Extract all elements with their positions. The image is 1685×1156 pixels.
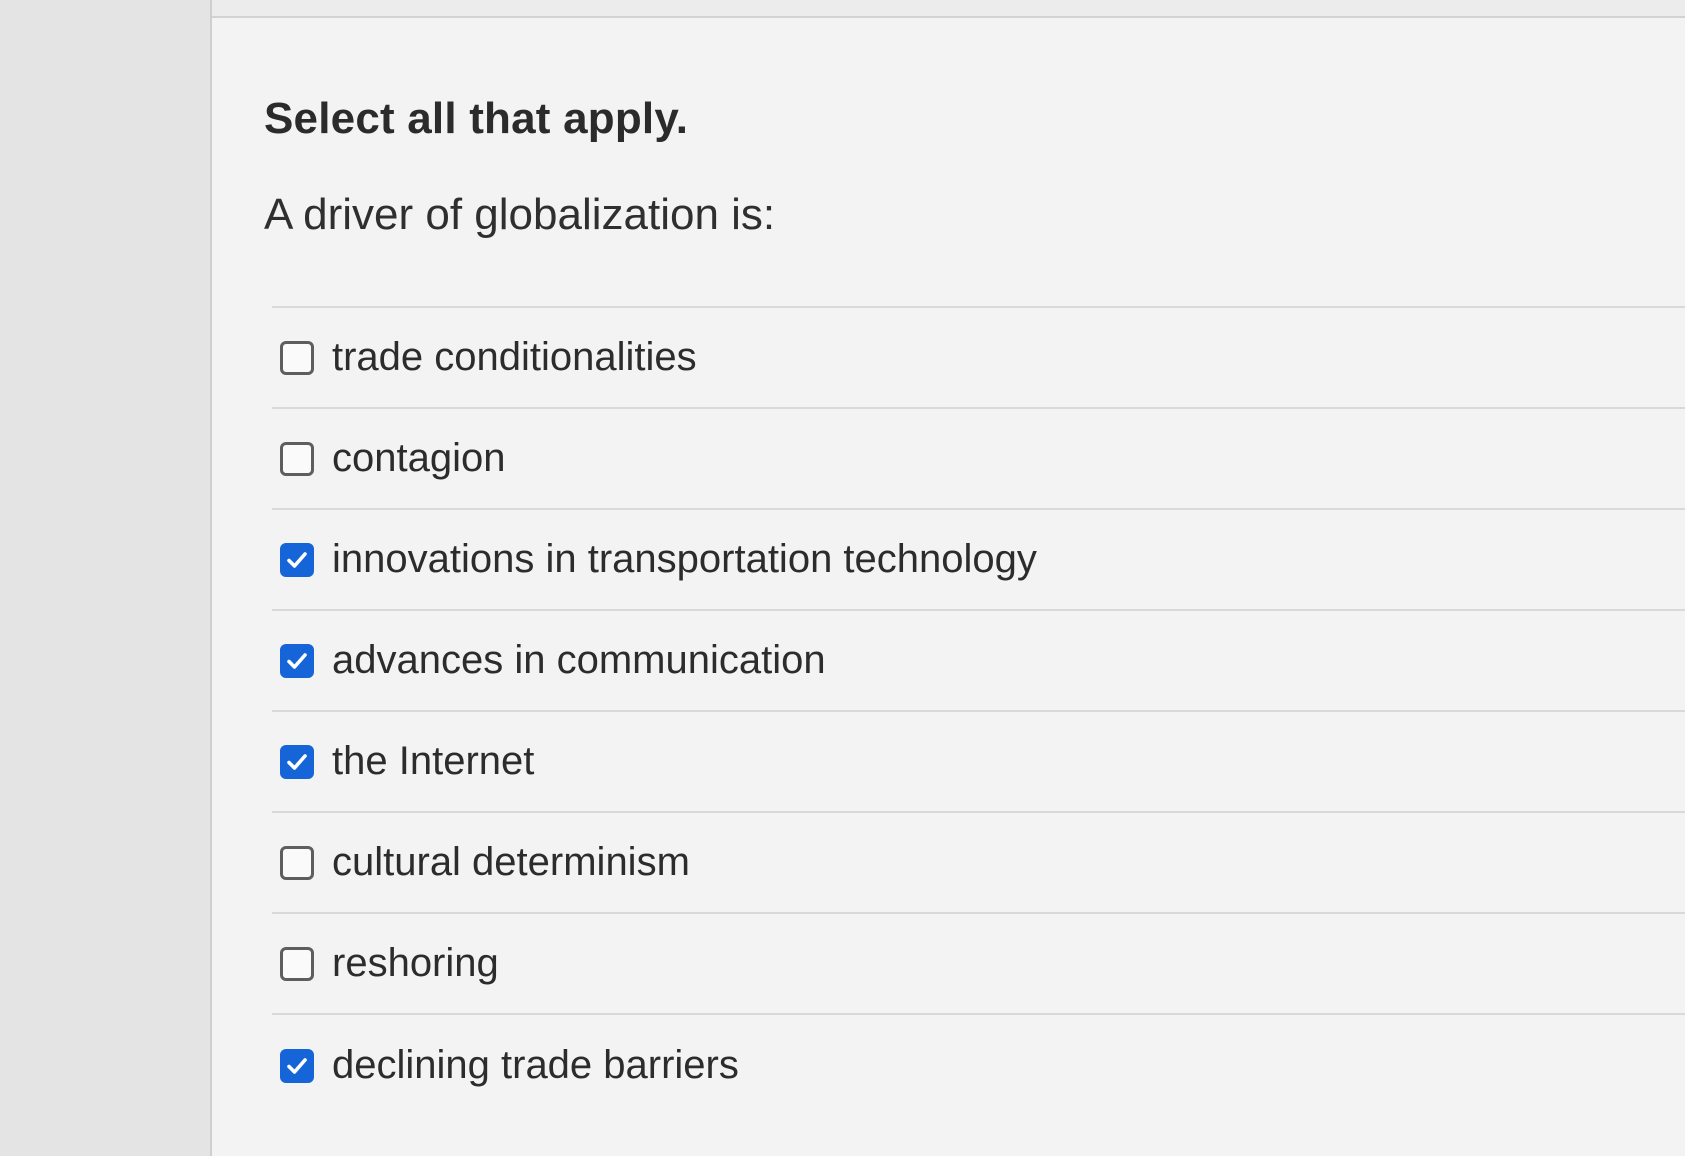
option-label[interactable]: declining trade barriers (332, 1043, 739, 1088)
option-checkbox[interactable] (280, 744, 314, 779)
option-checkbox[interactable] (280, 441, 314, 476)
instruction-text: Select all that apply. (264, 94, 689, 143)
option-cultural-determinism[interactable]: cultural determinism (272, 813, 1685, 914)
option-the-internet[interactable]: the Internet (272, 712, 1685, 813)
option-checkbox[interactable] (280, 845, 314, 880)
option-contagion[interactable]: contagion (272, 409, 1685, 510)
option-trade-conditionalities[interactable]: trade conditionalities (272, 308, 1685, 409)
top-divider (212, 0, 1685, 18)
option-label[interactable]: contagion (332, 436, 505, 481)
option-checkbox[interactable] (280, 643, 314, 678)
option-checkbox[interactable] (280, 542, 314, 577)
option-label[interactable]: trade conditionalities (332, 335, 697, 380)
question-prompt: A driver of globalization is: (264, 190, 776, 239)
option-advances-communication[interactable]: advances in communication (272, 611, 1685, 712)
option-checkbox[interactable] (280, 946, 314, 981)
option-label[interactable]: reshoring (332, 941, 499, 986)
option-declining-trade-barriers[interactable]: declining trade barriers (272, 1015, 1685, 1116)
question-panel: Select all that apply. A driver of globa… (212, 18, 1685, 1156)
checkmark-icon (287, 1057, 307, 1074)
checkmark-icon (287, 652, 307, 669)
option-label[interactable]: innovations in transportation technology (332, 537, 1037, 582)
option-innovations-transportation[interactable]: innovations in transportation technology (272, 510, 1685, 611)
option-checkbox[interactable] (280, 1048, 314, 1083)
option-label[interactable]: the Internet (332, 739, 534, 784)
left-gutter (0, 0, 212, 1156)
checkmark-icon (287, 753, 307, 770)
option-checkbox[interactable] (280, 340, 314, 375)
option-label[interactable]: cultural determinism (332, 840, 690, 885)
option-reshoring[interactable]: reshoring (272, 914, 1685, 1015)
page: Select all that apply. A driver of globa… (0, 0, 1685, 1156)
option-label[interactable]: advances in communication (332, 638, 826, 683)
checkmark-icon (287, 551, 307, 568)
answer-options: trade conditionalities contagion innovat… (272, 306, 1685, 1116)
